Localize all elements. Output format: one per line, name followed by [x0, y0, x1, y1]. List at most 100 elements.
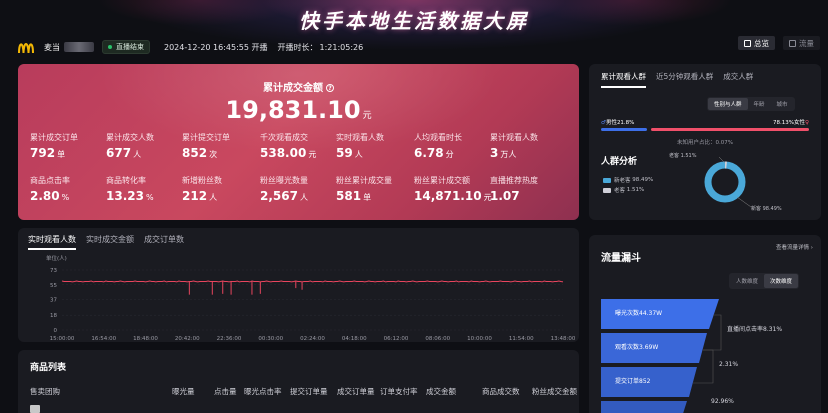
summary-panel: 累计成交金额? 19,831.10 元 累计成交订单 792 单累计成交人数 677 人累… — [18, 64, 579, 220]
tab-buyers[interactable]: 成交人群 — [723, 71, 753, 88]
x-tick-label: 11:54:00 — [509, 336, 534, 342]
metric-unit: 人 — [209, 193, 218, 202]
funnel-step-1-label: 曝光次数44.37W — [615, 310, 663, 317]
metric-label: 商品点击率 — [30, 176, 70, 185]
traffic-funnel-panel: 流量漏斗 查看流量详情 › 人数维度 次数维度 曝光次数44.37W 观看次数3… — [589, 235, 821, 413]
customer-donut-chart: 老客 1.51% 新客 98.49% — [669, 152, 782, 212]
goods-column-header[interactable]: 提交订单量 — [290, 386, 328, 397]
metric-unit: 人 — [299, 193, 308, 202]
metric-card: 累计成交人数 677 人 — [106, 132, 186, 160]
series-line — [61, 280, 564, 283]
metric-label: 粉丝累计成交额 — [414, 176, 470, 185]
goods-column-header[interactable]: 订单支付率 — [380, 386, 418, 397]
metric-value: 852 次 — [182, 146, 262, 160]
live-info-bar: 麦当 直播结束 2024-12-20 16:45:55 开播 开播时长： 1:2… — [18, 38, 578, 56]
metric-card: 累计观看人数 3 万人 — [490, 132, 570, 160]
segment-times[interactable]: 次数维度 — [764, 274, 799, 288]
hero-metric-value: 19,831.10 元 — [18, 96, 579, 124]
y-tick-label: 18 — [50, 313, 57, 319]
segment-gender[interactable]: 性别与人群 — [708, 98, 748, 110]
tab-realtime-gmv[interactable]: 实时成交金额 — [86, 234, 134, 250]
hero-label-text: 累计成交金额 — [263, 83, 323, 94]
goods-column-header[interactable]: 点击量 — [214, 386, 237, 397]
metric-number: 792 — [30, 146, 56, 160]
male-bar — [601, 128, 647, 131]
metric-unit: 单 — [57, 150, 66, 159]
metric-card: 粉丝曝光数量 2,567 人 — [260, 175, 340, 203]
goods-column-header[interactable]: 成交订单量 — [337, 386, 375, 397]
shop-name: 麦当 — [44, 42, 60, 52]
donut-old-label: 老客 1.51% — [669, 152, 697, 159]
legend-name: 老客 — [614, 188, 626, 194]
metric-number: 581 — [336, 189, 362, 203]
audience-panel: 累计观看人群 近5分钟观看人群 成交人群 性别与人群 年龄 城市 ♂男性21.8… — [589, 64, 821, 220]
funnel-detail-link[interactable]: 查看流量详情 › — [776, 243, 813, 251]
y-tick-label: 73 — [50, 268, 57, 274]
live-status-badge: 直播结束 — [102, 40, 150, 54]
x-tick-label: 06:12:00 — [384, 336, 409, 342]
metric-card: 千次观看成交 538.00 元 — [260, 132, 340, 160]
duration-value: 1:21:05:26 — [319, 42, 364, 52]
status-dot-icon — [108, 45, 112, 49]
metric-card: 商品点击率 2.80% — [30, 175, 110, 203]
unknown-user-share: 未知用户占比：0.07% — [677, 140, 733, 146]
metric-unit: 万人 — [500, 150, 517, 159]
segment-age[interactable]: 年龄 — [748, 98, 771, 110]
x-tick-label: 15:00:00 — [50, 336, 75, 342]
metric-label: 累计成交订单 — [30, 133, 78, 142]
x-tick-label: 18:48:00 — [133, 336, 158, 342]
goods-column-header[interactable]: 曝光点击率 — [244, 386, 282, 397]
metric-card: 商品转化率 13.23% — [106, 175, 186, 203]
legend-old-customers: 老客 1.51% — [603, 186, 644, 194]
metric-unit: 元 — [308, 150, 317, 159]
goods-column-header[interactable]: 粉丝成交金额 — [532, 386, 577, 397]
metric-value: 538.00 元 — [260, 146, 340, 160]
chevron-right-icon: › — [810, 245, 813, 251]
metric-number: 1.07 — [490, 189, 520, 203]
metric-value: 3 万人 — [490, 146, 570, 160]
metric-card: 累计成交订单 792 单 — [30, 132, 110, 160]
metric-value: 2.80% — [30, 189, 110, 203]
metric-number: 3 — [490, 146, 499, 160]
donut-new-slice — [704, 161, 746, 203]
tab-recent-viewers[interactable]: 近5分钟观看人群 — [656, 71, 713, 88]
metric-number: 538.00 — [260, 146, 307, 160]
product-thumbnail — [30, 405, 40, 413]
female-icon: ♀ — [804, 120, 809, 126]
female-bar — [651, 128, 809, 131]
metric-label: 实时观看人数 — [336, 133, 384, 142]
live-status-text: 直播结束 — [116, 43, 144, 51]
traffic-button[interactable]: 流量 — [783, 36, 820, 50]
goods-column-header[interactable]: 曝光量 — [172, 386, 195, 397]
metric-unit: 单 — [363, 193, 372, 202]
view-switch: 总览 流量 — [730, 36, 820, 50]
tab-orders[interactable]: 成交订单数 — [144, 234, 184, 250]
x-tick-label: 13:48:00 — [551, 336, 576, 342]
tab-cumulative-viewers[interactable]: 累计观看人群 — [601, 71, 646, 88]
overview-button-label: 总览 — [754, 38, 769, 48]
legend-value: 98.49% — [632, 177, 654, 183]
metric-number: 13.23 — [106, 189, 144, 203]
metric-unit: 人 — [354, 150, 363, 159]
goods-column-header[interactable]: 商品成交数 — [482, 386, 520, 397]
realtime-tabs: 实时观看人数 实时成交金额 成交订单数 — [28, 234, 194, 250]
metric-value: 1.07 — [490, 189, 570, 203]
metric-card: 直播推荐热度 1.07 — [490, 175, 570, 203]
help-icon[interactable]: ? — [326, 84, 334, 92]
segment-city[interactable]: 城市 — [771, 98, 794, 110]
hero-value-unit: 元 — [362, 111, 372, 121]
funnel-step-2-label: 观看次数3.69W — [615, 344, 659, 351]
metric-number: 852 — [182, 146, 208, 160]
tab-realtime-viewers[interactable]: 实时观看人数 — [28, 234, 76, 250]
goods-column-header[interactable]: 成交金额 — [426, 386, 456, 397]
funnel-rate-3: 92.96% — [711, 398, 734, 405]
y-tick-label: 55 — [50, 283, 57, 289]
segment-people[interactable]: 人数维度 — [730, 274, 764, 288]
metric-number: 59 — [336, 146, 353, 160]
legend-new-customers: 新老客 98.49% — [603, 176, 653, 184]
overview-button[interactable]: 总览 — [738, 36, 775, 50]
metric-label: 千次观看成交 — [260, 133, 308, 142]
goods-column-header[interactable]: 售卖团购 — [30, 386, 60, 397]
metric-value: 581 单 — [336, 189, 416, 203]
metric-label: 商品转化率 — [106, 176, 146, 185]
